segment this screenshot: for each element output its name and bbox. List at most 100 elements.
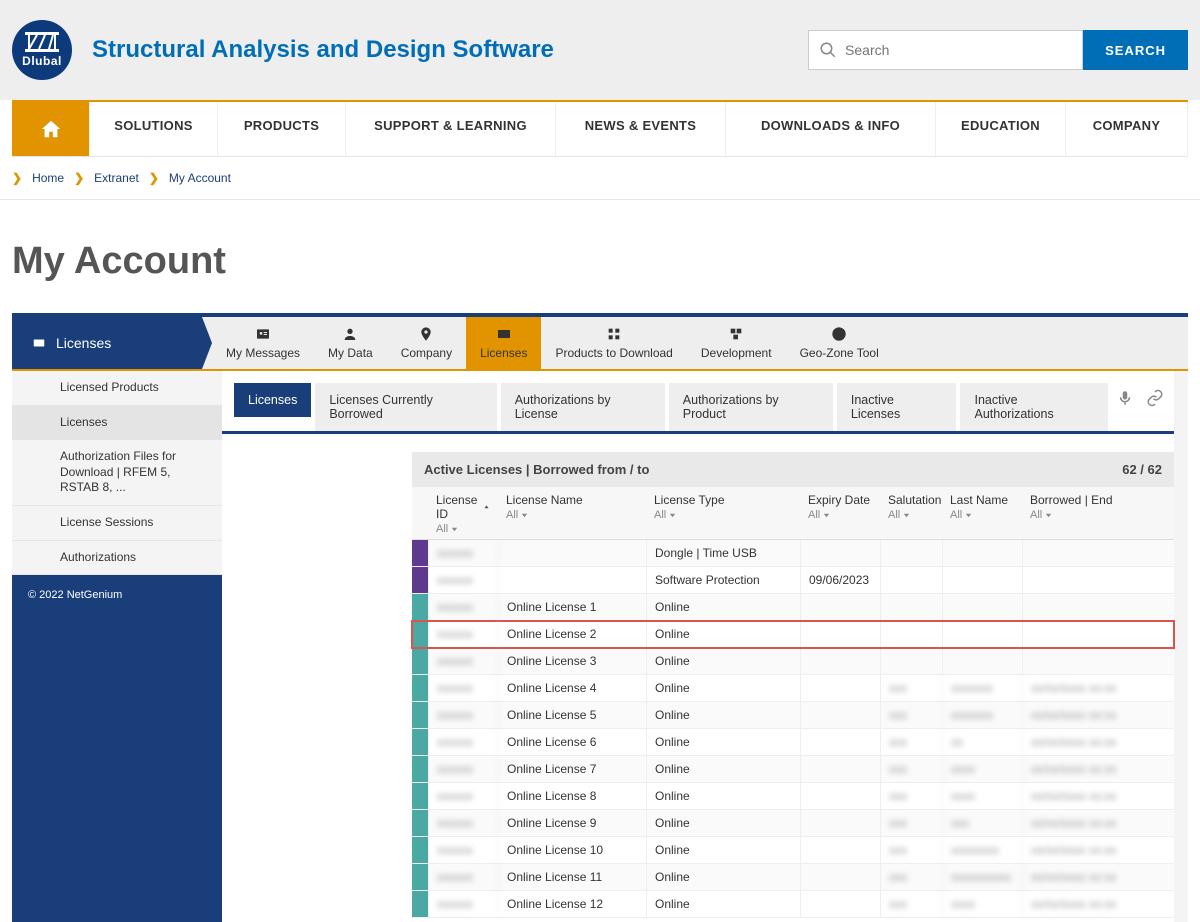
sidebar-footer: © 2022 NetGenium bbox=[12, 575, 222, 615]
sidenav-authorizations[interactable]: Authorizations bbox=[12, 541, 222, 576]
cell-borrowed: xx/xx/xxxx xx:xx bbox=[1023, 702, 1174, 728]
cell-type: Online bbox=[647, 729, 801, 755]
search-box[interactable] bbox=[808, 30, 1083, 70]
table-row[interactable]: xxxxxxOnline License 9Onlinexxxxxxxx/xx/… bbox=[412, 810, 1174, 837]
cell-name: Online License 10 bbox=[499, 837, 647, 863]
cell-lastname bbox=[943, 621, 1023, 647]
nav-news[interactable]: NEWS & EVENTS bbox=[556, 102, 726, 156]
subtab-borrowed[interactable]: Licenses Currently Borrowed bbox=[315, 383, 496, 431]
col-license-type[interactable]: License Type All bbox=[646, 487, 800, 539]
cell-lastname bbox=[943, 594, 1023, 620]
cell-lastname: xxxx bbox=[943, 783, 1023, 809]
subtab-licenses[interactable]: Licenses bbox=[234, 383, 311, 417]
tab-company[interactable]: Company bbox=[387, 317, 466, 369]
cell-salutation: xxx bbox=[881, 837, 943, 863]
nav-solutions[interactable]: SOLUTIONS bbox=[90, 102, 218, 156]
row-marker bbox=[412, 756, 429, 782]
tab-products-download[interactable]: Products to Download bbox=[541, 317, 686, 369]
subtab-auth-product[interactable]: Authorizations by Product bbox=[669, 383, 833, 431]
row-marker bbox=[412, 810, 429, 836]
filter-dropdown[interactable]: All bbox=[436, 523, 490, 535]
nav-downloads[interactable]: DOWNLOADS & INFO bbox=[726, 102, 936, 156]
search-icon bbox=[819, 40, 837, 60]
cell-id: xxxxxx bbox=[429, 540, 499, 566]
filter-dropdown[interactable]: All bbox=[654, 509, 792, 521]
search-input[interactable] bbox=[845, 42, 1072, 58]
nav-support[interactable]: SUPPORT & LEARNING bbox=[346, 102, 556, 156]
cell-expiry bbox=[801, 729, 881, 755]
nav-company[interactable]: COMPANY bbox=[1066, 102, 1188, 156]
cell-id: xxxxxx bbox=[429, 567, 499, 593]
link-icon[interactable] bbox=[1146, 389, 1164, 407]
table-row[interactable]: xxxxxxDongle | Time USB bbox=[412, 540, 1174, 567]
tab-geo-zone[interactable]: Geo-Zone Tool bbox=[786, 317, 893, 369]
filter-dropdown[interactable]: All bbox=[950, 509, 1014, 521]
col-license-name[interactable]: License Name All bbox=[498, 487, 646, 539]
col-label: Expiry Date bbox=[808, 493, 870, 507]
nav-products[interactable]: PRODUCTS bbox=[218, 102, 346, 156]
table-row[interactable]: xxxxxxOnline License 1Online bbox=[412, 594, 1174, 621]
tab-label: Company bbox=[401, 346, 452, 360]
chevron-down-icon bbox=[902, 511, 911, 520]
top-header: Dlubal Structural Analysis and Design So… bbox=[0, 0, 1200, 100]
table-row[interactable]: xxxxxxOnline License 6Onlinexxxxxxx/xx/x… bbox=[412, 729, 1174, 756]
col-borrowed[interactable]: Borrowed | End All bbox=[1022, 487, 1174, 539]
nav-home[interactable] bbox=[12, 102, 90, 156]
filter-dropdown[interactable]: All bbox=[808, 509, 872, 521]
cell-lastname: xxxx bbox=[943, 891, 1023, 917]
breadcrumb: ❯ Home ❯ Extranet ❯ My Account bbox=[0, 157, 1200, 200]
table-row[interactable]: xxxxxxOnline License 4Onlinexxxxxxxxxxxx… bbox=[412, 675, 1174, 702]
table-row[interactable]: xxxxxxOnline License 5Onlinexxxxxxxxxxxx… bbox=[412, 702, 1174, 729]
sidenav-auth-files[interactable]: Authorization Files for Download | RFEM … bbox=[12, 440, 222, 506]
cell-id: xxxxxx bbox=[429, 756, 499, 782]
row-marker bbox=[412, 702, 429, 728]
tab-my-data[interactable]: My Data bbox=[314, 317, 387, 369]
col-label: License Name bbox=[506, 493, 583, 507]
row-marker bbox=[412, 648, 429, 674]
subtab-inactive-lic[interactable]: Inactive Licenses bbox=[837, 383, 957, 431]
table-row[interactable]: xxxxxxOnline License 2Online bbox=[412, 621, 1174, 648]
table-row[interactable]: xxxxxxOnline License 3Online bbox=[412, 648, 1174, 675]
table-header-row: License ID All License Name All License … bbox=[412, 487, 1174, 540]
breadcrumb-home[interactable]: Home bbox=[32, 171, 64, 185]
brand-logo[interactable]: Dlubal bbox=[12, 20, 72, 80]
cell-borrowed: xx/xx/xxxx xx:xx bbox=[1023, 756, 1174, 782]
table-row[interactable]: xxxxxxSoftware Protection09/06/2023 bbox=[412, 567, 1174, 594]
sidenav-license-sessions[interactable]: License Sessions bbox=[12, 506, 222, 541]
chevron-down-icon bbox=[450, 525, 459, 534]
col-label: Salutation bbox=[888, 493, 941, 507]
col-expiry[interactable]: Expiry Date All bbox=[800, 487, 880, 539]
table-row[interactable]: xxxxxxOnline License 10Onlinexxxxxxxxxxx… bbox=[412, 837, 1174, 864]
filter-dropdown[interactable]: All bbox=[1030, 509, 1166, 521]
cell-borrowed: xx/xx/xxxx xx:xx bbox=[1023, 783, 1174, 809]
cell-expiry bbox=[801, 891, 881, 917]
col-license-id[interactable]: License ID All bbox=[428, 487, 498, 539]
table-row[interactable]: xxxxxxOnline License 8Onlinexxxxxxxxx/xx… bbox=[412, 783, 1174, 810]
account-tabs: Licenses My Messages My Data Company Lic… bbox=[12, 317, 1188, 371]
table-row[interactable]: xxxxxxOnline License 11Onlinexxxxxxxxxxx… bbox=[412, 864, 1174, 891]
col-last-name[interactable]: Last Name All bbox=[942, 487, 1022, 539]
cell-id: xxxxxx bbox=[429, 594, 499, 620]
breadcrumb-current: My Account bbox=[169, 171, 231, 185]
cell-id: xxxxxx bbox=[429, 810, 499, 836]
nav-education[interactable]: EDUCATION bbox=[936, 102, 1066, 156]
breadcrumb-extranet[interactable]: Extranet bbox=[94, 171, 139, 185]
tab-licenses[interactable]: Licenses bbox=[466, 317, 541, 369]
search-button[interactable]: SEARCH bbox=[1083, 30, 1188, 70]
subtab-inactive-auth[interactable]: Inactive Authorizations bbox=[960, 383, 1108, 431]
sidenav-licenses[interactable]: Licenses bbox=[12, 406, 222, 441]
tab-development[interactable]: Development bbox=[687, 317, 786, 369]
microphone-icon[interactable] bbox=[1116, 389, 1134, 407]
table-row[interactable]: xxxxxxOnline License 12Onlinexxxxxxxxx/x… bbox=[412, 891, 1174, 918]
col-salutation[interactable]: Salutation All bbox=[880, 487, 942, 539]
sidenav-licensed-products[interactable]: Licensed Products bbox=[12, 371, 222, 406]
table-row[interactable]: xxxxxxOnline License 7Onlinexxxxxxxxx/xx… bbox=[412, 756, 1174, 783]
tab-my-messages[interactable]: My Messages bbox=[212, 317, 314, 369]
subtab-auth-license[interactable]: Authorizations by License bbox=[501, 383, 665, 431]
filter-dropdown[interactable]: All bbox=[506, 509, 638, 521]
row-marker bbox=[412, 864, 429, 890]
row-marker bbox=[412, 837, 429, 863]
filter-dropdown[interactable]: All bbox=[888, 509, 934, 521]
row-marker bbox=[412, 891, 429, 917]
cell-lastname: xxxxxxx bbox=[943, 675, 1023, 701]
